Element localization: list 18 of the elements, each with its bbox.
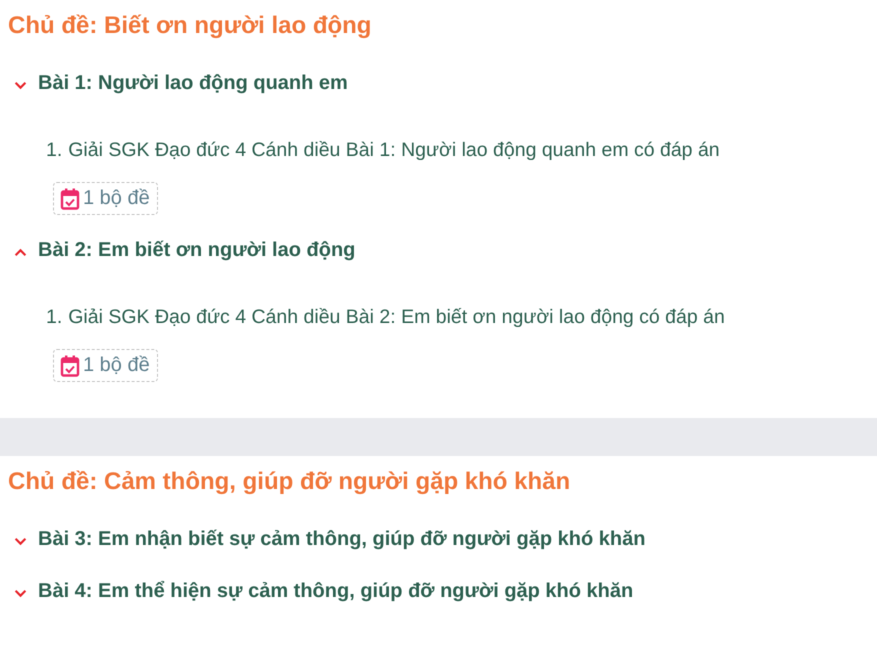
topic-title: Chủ đề: Biết ơn người lao động xyxy=(8,11,372,41)
chevron-icon[interactable] xyxy=(14,588,27,598)
chevron-icon[interactable] xyxy=(14,536,27,546)
calendar-check-icon xyxy=(60,354,80,376)
chevron-icon[interactable] xyxy=(14,248,27,256)
calendar-check-icon xyxy=(60,188,80,210)
lesson-link[interactable]: Bài 2: Em biết ơn người lao động xyxy=(38,238,356,262)
lesson-link[interactable]: Bài 3: Em nhận biết sự cảm thông, giúp đỡ người gặp khó khăn xyxy=(38,528,646,550)
exercise-link[interactable]: Giải SGK Đạo đức 4 Cánh diều Bài 1: Người lao động quanh em có đáp án xyxy=(68,136,720,164)
test-count-badge[interactable]: 1 bộ đề xyxy=(53,349,158,382)
exercise-link[interactable]: Giải SGK Đạo đức 4 Cánh diều Bài 2: Em biết ơn người lao động có đáp án xyxy=(68,303,725,331)
lesson-link[interactable]: Bài 4: Em thể hiện sự cảm thông, giúp đỡ người gặp khó khăn xyxy=(38,580,634,602)
chevron-icon[interactable] xyxy=(14,80,27,90)
lesson-link[interactable]: Bài 1: Người lao động quanh em xyxy=(38,72,348,94)
list-number: 1. xyxy=(46,138,62,163)
topic-title: Chủ đề: Cảm thông, giúp đỡ người gặp khó khăn xyxy=(8,467,572,497)
test-count-badge[interactable]: 1 bộ đề xyxy=(53,182,158,215)
list-number: 1. xyxy=(46,305,62,330)
